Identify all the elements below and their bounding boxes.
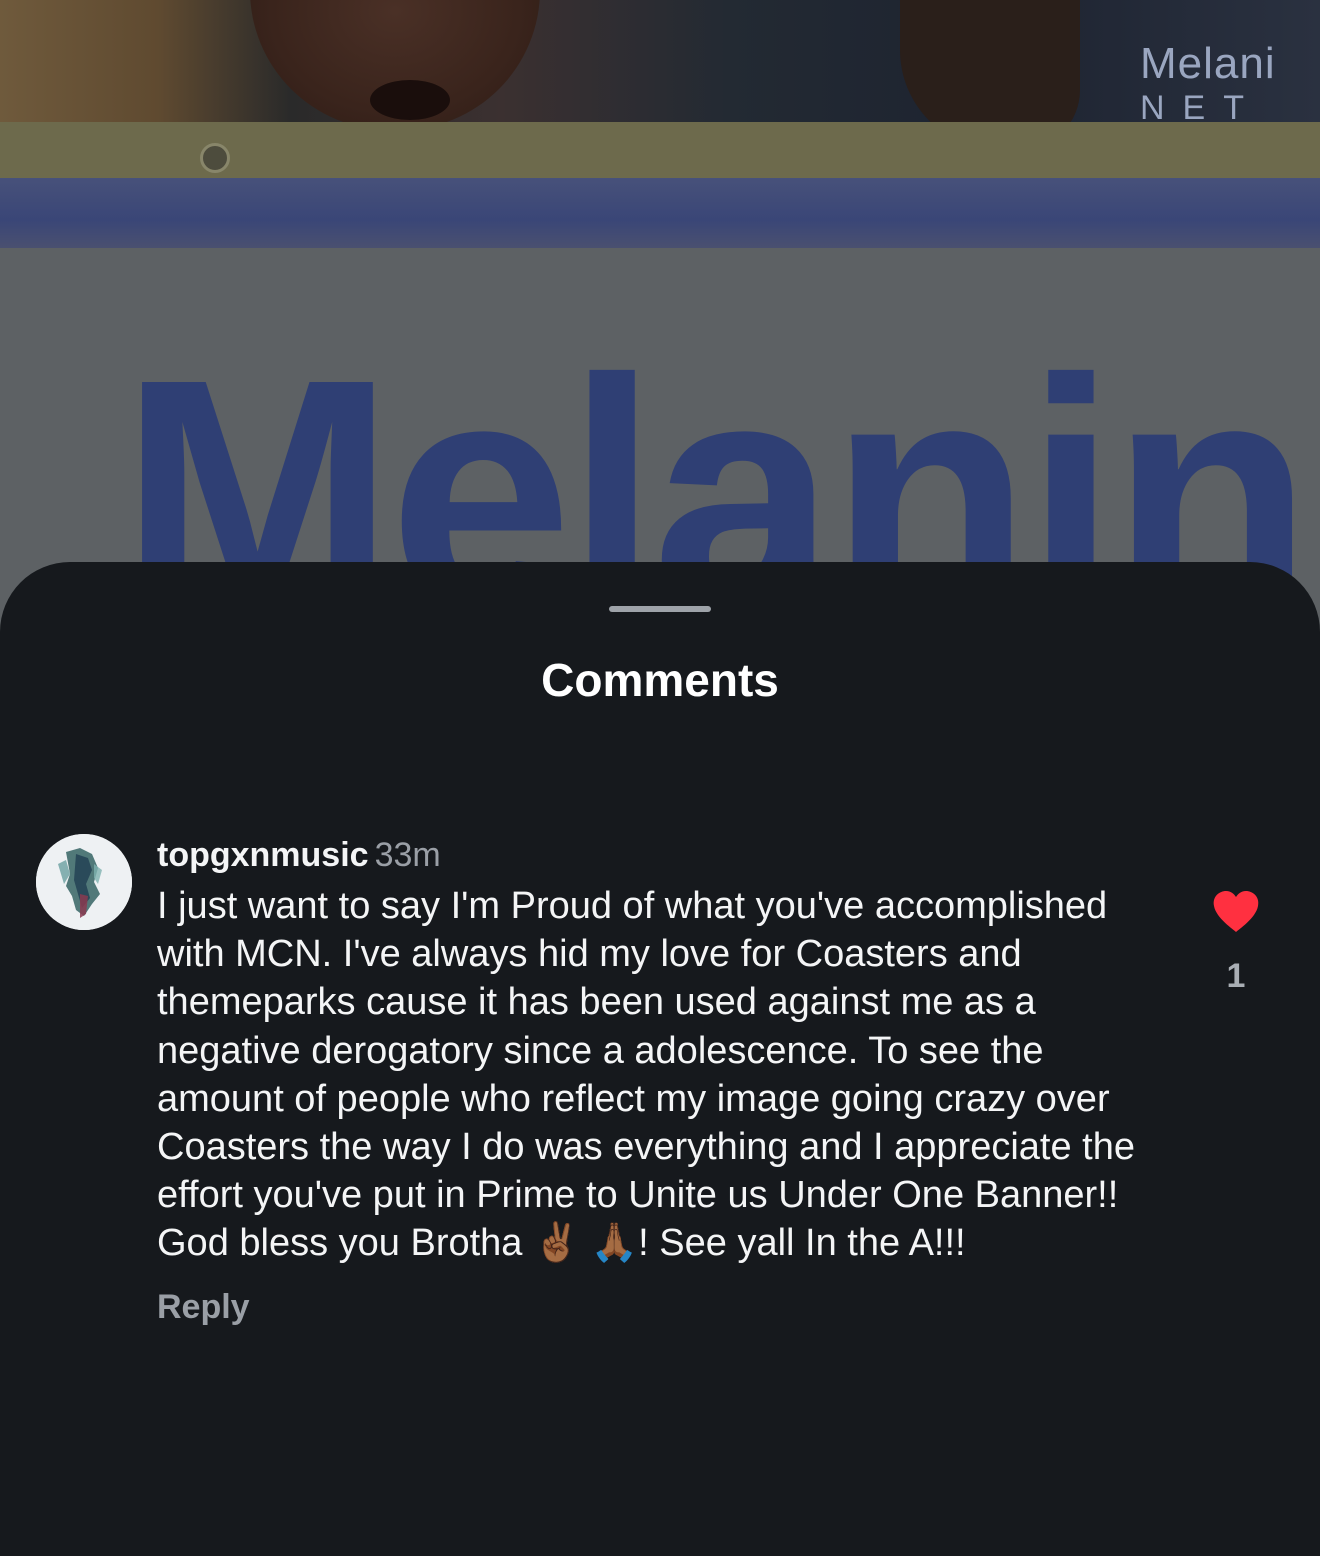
comment-text: I just want to say I'm Proud of what you… — [157, 885, 1135, 1265]
comment-username[interactable]: topgxnmusic — [157, 836, 369, 874]
screen: Melanin Melani NET Comments topgxnmusic … — [0, 0, 1320, 1556]
banner-logo: Melani NET — [1140, 40, 1310, 128]
avatar[interactable] — [36, 834, 132, 930]
comment-meta: topgxnmusic 33m — [157, 834, 1157, 876]
comments-sheet: Comments topgxnmusic 33m I just want to s… — [0, 562, 1320, 1556]
background-photo: Melanin Melani NET — [0, 0, 1320, 640]
sheet-drag-handle[interactable] — [609, 606, 711, 612]
sheet-title: Comments — [541, 654, 779, 706]
reply-button[interactable]: Reply — [157, 1286, 250, 1328]
banner-logo-line1: Melani — [1140, 39, 1276, 88]
like-control: 1 — [1210, 890, 1262, 996]
heart-icon[interactable] — [1212, 890, 1260, 934]
comment-timestamp: 33m — [374, 836, 441, 874]
comment-body: topgxnmusic 33m I just want to say I'm Pr… — [157, 834, 1157, 1328]
banner-logo-line2: NET — [1140, 89, 1262, 127]
avatar-image — [36, 834, 132, 930]
like-count: 1 — [1226, 957, 1246, 995]
